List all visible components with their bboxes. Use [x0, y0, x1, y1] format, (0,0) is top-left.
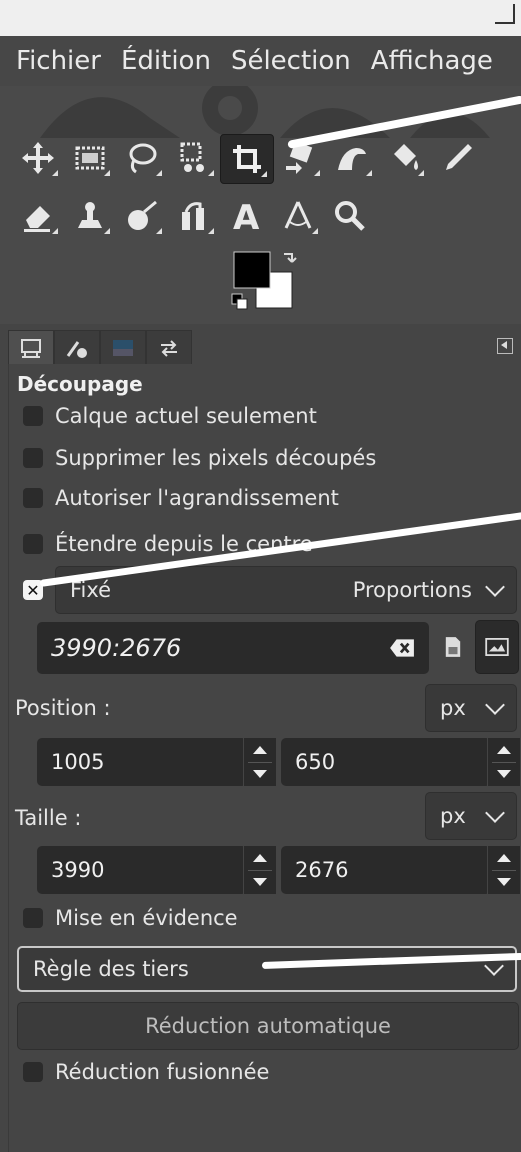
zoom-icon: [335, 201, 365, 231]
tool-dodge[interactable]: [168, 192, 220, 240]
warp-icon: [338, 148, 366, 170]
menu-view[interactable]: Affichage: [371, 46, 493, 76]
portrait-button[interactable]: [433, 624, 473, 670]
wilber-watermark-icon: [40, 86, 490, 138]
swap-colors-icon: [284, 253, 297, 263]
svg-text:A: A: [233, 198, 260, 234]
landscape-button[interactable]: [475, 620, 519, 674]
foreground-color-swatch: [233, 251, 271, 289]
checkbox-box[interactable]: [23, 448, 43, 468]
checkbox-box[interactable]: [23, 908, 43, 928]
dock-tabs: [8, 330, 521, 366]
paintbrush-icon: [446, 144, 472, 170]
tool-bucket-fill[interactable]: [378, 134, 430, 182]
position-y-input[interactable]: 650: [281, 738, 491, 786]
menubar: Fichier Édition Sélection Affichage: [0, 36, 521, 86]
checkbox-allow-growing[interactable]: Autoriser l'agrandissement: [23, 486, 339, 510]
toolbox-row-2: A: [12, 192, 376, 240]
crop-icon: [233, 145, 261, 173]
tool-free-select[interactable]: [116, 134, 168, 182]
window-corner-icon: [495, 4, 515, 24]
tool-paintbrush[interactable]: [430, 134, 482, 182]
image-thumbnail-icon: [113, 340, 133, 356]
checkbox-shrink-merged[interactable]: Réduction fusionnée: [23, 1060, 269, 1084]
tool-smudge[interactable]: [116, 192, 168, 240]
size-width-input[interactable]: 3990: [37, 846, 247, 894]
tool-options-title: Découpage: [17, 372, 143, 396]
chevron-down-icon: [485, 577, 505, 597]
text-icon: A: [233, 198, 260, 234]
tab-undo[interactable]: [146, 330, 192, 366]
checkbox-highlight[interactable]: Mise en évidence: [23, 906, 238, 930]
tool-options-icon: [21, 339, 41, 358]
tool-measure[interactable]: [272, 192, 324, 240]
clear-input-icon[interactable]: [389, 638, 415, 658]
free-select-icon: [129, 143, 157, 174]
color-swatches[interactable]: [228, 250, 308, 320]
chevron-down-icon: [485, 695, 505, 715]
size-height-spinner[interactable]: [487, 846, 520, 894]
tab-device-status[interactable]: [54, 330, 100, 366]
size-unit-combo[interactable]: px: [425, 792, 517, 840]
size-label: Taille :: [15, 806, 82, 830]
checkbox-box[interactable]: [23, 488, 43, 508]
undo-arrows-icon: [161, 340, 177, 357]
position-label: Position :: [15, 696, 111, 720]
measure-icon: [284, 201, 312, 229]
tool-zoom[interactable]: [324, 192, 376, 240]
checkbox-box[interactable]: [23, 406, 43, 426]
tool-text[interactable]: A: [220, 192, 272, 240]
position-x-input[interactable]: 1005: [37, 738, 247, 786]
window-top-strip: [0, 0, 521, 36]
size-height-input[interactable]: 2676: [281, 846, 491, 894]
checkbox-current-layer-only[interactable]: Calque actuel seulement: [23, 404, 317, 428]
eraser-icon: [24, 206, 50, 232]
position-unit-combo[interactable]: px: [425, 684, 517, 732]
bucket-fill-icon: [394, 144, 418, 170]
menu-select[interactable]: Sélection: [231, 46, 351, 76]
position-x-spinner[interactable]: [243, 738, 276, 786]
tab-undo-history[interactable]: [100, 330, 146, 366]
guides-combo[interactable]: Règle des tiers: [17, 946, 517, 992]
toolbox-row-1: [12, 134, 482, 184]
ratio-input[interactable]: 3990:2676: [37, 622, 429, 674]
position-y-spinner[interactable]: [487, 738, 520, 786]
tool-options-panel: Découpage Calque actuel seulement Suppri…: [8, 364, 521, 1152]
size-width-spinner[interactable]: [243, 846, 276, 894]
checkbox-box[interactable]: [23, 1062, 43, 1082]
tool-eraser[interactable]: [12, 192, 64, 240]
menu-edit[interactable]: Édition: [121, 46, 211, 76]
rect-select-icon: [75, 146, 105, 170]
landscape-icon: [485, 638, 509, 656]
tool-crop[interactable]: [220, 134, 274, 184]
move-icon: [22, 142, 54, 174]
tab-menu-button[interactable]: [497, 338, 513, 354]
tool-move[interactable]: [12, 134, 64, 182]
chevron-down-icon: [485, 803, 505, 823]
tool-rect-select[interactable]: [64, 134, 116, 182]
tool-warp[interactable]: [326, 134, 378, 182]
clone-icon: [78, 202, 102, 228]
checkbox-box[interactable]: [23, 534, 43, 554]
portrait-icon: [445, 637, 461, 657]
device-status-icon: [66, 341, 87, 358]
menu-file[interactable]: Fichier: [16, 46, 101, 76]
fuzzy-select-icon: [180, 142, 204, 172]
tab-tool-options[interactable]: [8, 330, 54, 366]
tool-fuzzy-select[interactable]: [168, 134, 220, 182]
checkbox-delete-cropped-pixels[interactable]: Supprimer les pixels découpés: [23, 446, 376, 470]
smudge-icon: [128, 200, 157, 230]
tool-clone[interactable]: [64, 192, 116, 240]
dodge-icon: [182, 202, 204, 230]
auto-shrink-button[interactable]: Réduction automatique: [17, 1002, 519, 1050]
